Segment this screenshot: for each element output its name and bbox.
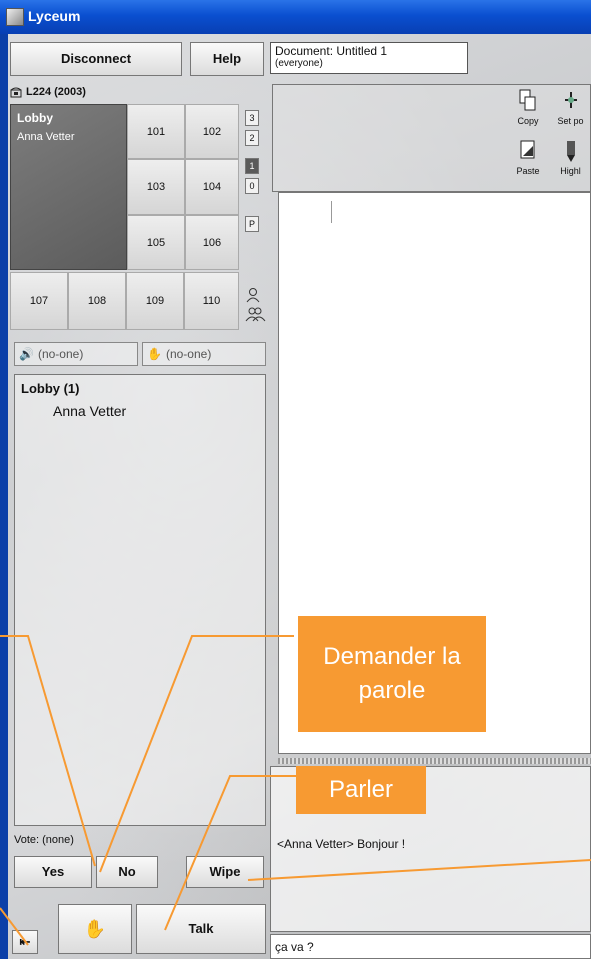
request-floor-callout: Demander la parole	[298, 616, 486, 732]
connector-talk	[164, 775, 296, 931]
connector-wipe	[247, 859, 591, 881]
talk-callout: Parler	[296, 766, 426, 814]
connector-no	[0, 635, 96, 867]
callout-connectors	[0, 635, 591, 946]
connector-hand	[99, 635, 294, 873]
connector-exit	[0, 907, 29, 946]
